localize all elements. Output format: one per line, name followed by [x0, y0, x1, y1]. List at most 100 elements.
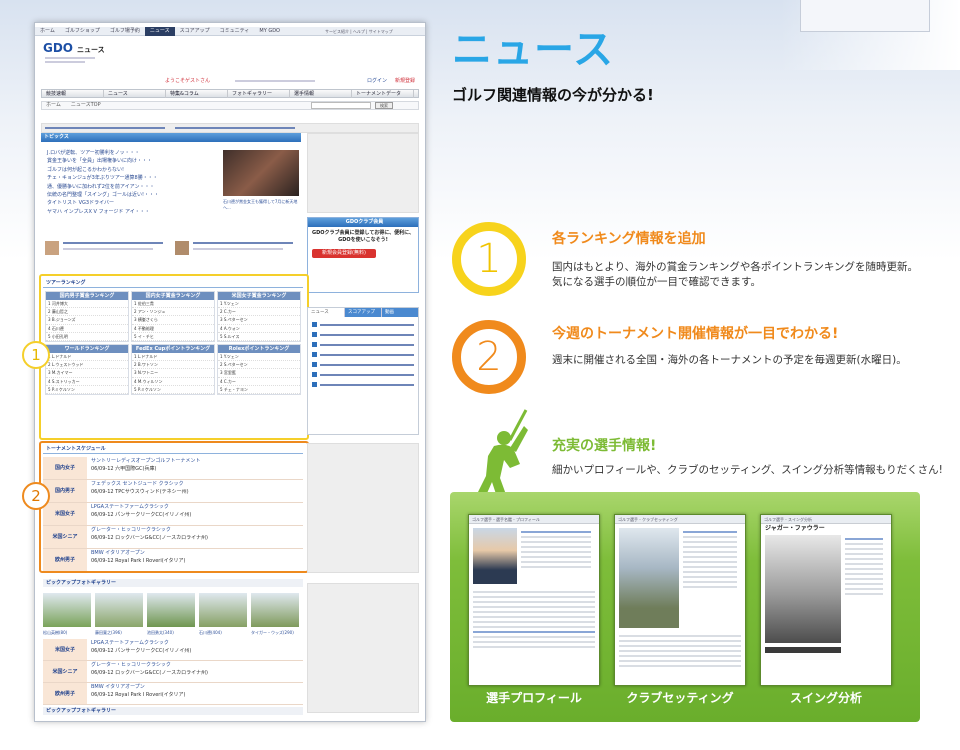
news-tab-item[interactable] — [312, 342, 414, 347]
site-search-input[interactable] — [311, 102, 371, 109]
schedule-event-date: 06/09-12 Royal Park I Roveri(イタリア) — [91, 692, 186, 698]
news-tabs: ニュース スコアアップ 動画 — [308, 308, 418, 317]
nav-item[interactable]: 競技速報 — [42, 90, 104, 98]
news-tab-item[interactable] — [312, 352, 414, 357]
video-controls[interactable] — [765, 647, 841, 653]
news-tab-item[interactable] — [312, 372, 414, 377]
swing-video[interactable] — [765, 535, 841, 643]
gallery-photo[interactable] — [199, 593, 247, 627]
tab-scoreup[interactable]: スコアアップ — [345, 308, 382, 317]
thumb-header: ゴルフ選手 - スイング分析 — [761, 515, 891, 524]
top-nav-item[interactable]: MY GDO — [254, 27, 285, 36]
bullet-icon — [312, 332, 317, 337]
schedule-category: 欧州男子 — [43, 683, 87, 704]
logo-tagline — [45, 57, 95, 59]
util-links[interactable]: サービス紹介 | ヘルプ | サイトマップ — [325, 28, 393, 35]
login-link[interactable]: ログイン — [367, 78, 387, 85]
thumb-profile[interactable]: ゴルフ選手・選手名鑑 - プロフィール — [468, 514, 600, 686]
tab-video[interactable]: 動画 — [382, 308, 418, 317]
badge-2: 2 — [22, 482, 50, 510]
photo-gallery — [43, 593, 303, 627]
gallery-name[interactable]: タイガー・ウッズ(290) — [251, 629, 299, 636]
news-link[interactable] — [63, 242, 163, 244]
welcome-note — [235, 80, 315, 82]
schedule-list-repeat: 米国女子 LPGAステートファームクラシック 06/09-12 パンサークリークCC… — [43, 639, 303, 705]
thumb-club-setting[interactable]: ゴルフ選手 - クラブセッティング — [614, 514, 746, 686]
news-tab-item[interactable] — [312, 382, 414, 387]
bullet-icon — [312, 362, 317, 367]
schedule-category: 米国女子 — [43, 639, 87, 660]
news-thumb[interactable] — [45, 241, 59, 255]
ad-link[interactable] — [45, 127, 165, 129]
news-summary — [193, 248, 283, 250]
member-register-button[interactable]: 新規会員登録(無料) — [312, 249, 376, 258]
topic-link[interactable]: 伝統の名門整理「スイング」ゴールは近い!・・・ — [43, 191, 223, 199]
news-tab-line — [320, 323, 414, 326]
news-tab-item[interactable] — [312, 332, 414, 337]
news-tab-item[interactable] — [312, 362, 414, 367]
top-nav-item[interactable]: ゴルフ場予約 — [105, 27, 145, 36]
topic-link[interactable]: チェ・キョンジュが3年ぶりツアー通算8勝・・・ — [43, 174, 223, 182]
nav-item[interactable]: フォトギャラリー — [228, 90, 290, 98]
top-nav-item[interactable]: コミュニティ — [215, 27, 255, 36]
topic-link[interactable]: J.ロバが逆転、ツアー初勝利をノッ・・・ — [43, 149, 223, 157]
gallery-name[interactable]: 松山英樹(80) — [43, 629, 91, 636]
register-link[interactable]: 新規登録 — [395, 78, 415, 85]
crumb-item[interactable]: ホーム — [42, 102, 61, 108]
top-nav-item[interactable]: ホーム — [35, 27, 60, 36]
topic-photo[interactable] — [223, 150, 299, 196]
thumb-swing-analysis[interactable]: ゴルフ選手 - スイング分析 ジャガー・ファウラー — [760, 514, 892, 686]
topic-link[interactable]: タイトリスト VG3ドライバー — [43, 199, 223, 207]
gallery-name[interactable]: 藤田寛之(396) — [95, 629, 143, 636]
feature-title-3: 充実の選手情報! — [552, 438, 657, 454]
right-ad-slot-2 — [307, 443, 419, 573]
schedule-event-link[interactable]: グレーター・ヒッコリークラシック — [91, 662, 171, 668]
member-box: GDOクラブ会員 GDOクラブ会員に登録してお得に、便利に、GDOを使いこなそう… — [307, 217, 419, 293]
site-logo[interactable]: GDO ニュース — [43, 41, 105, 57]
nav-item[interactable]: 特集&コラム — [166, 90, 228, 98]
feature-number-1: 1 — [452, 222, 526, 296]
schedule-event: グレーター・ヒッコリークラシック 06/09-12 ロックバーンG&CC(ノースカ… — [87, 661, 303, 682]
nav-item[interactable]: 選手情報 — [290, 90, 352, 98]
tab-news[interactable]: ニュース — [308, 308, 345, 317]
highlight-frame-2 — [39, 441, 309, 573]
gallery-name[interactable]: 池田勇太(340) — [147, 629, 195, 636]
topic-link[interactable]: ゴルフは何が起こるかわからない! — [43, 166, 223, 174]
news-link[interactable] — [193, 242, 293, 244]
club-photo — [619, 528, 679, 628]
member-text: GDOクラブ会員に登録してお得に、便利に、GDOを使いこなそう! — [312, 230, 414, 243]
logo-tagline — [45, 61, 85, 63]
gallery-name[interactable]: 石川遼(404) — [199, 629, 247, 636]
top-nav-item-active[interactable]: ニュース — [144, 27, 175, 36]
topic-link[interactable]: 通、優勝争いに加われず2位を前アイアン・・・ — [43, 183, 223, 191]
nav-item[interactable]: トーナメントデータ — [352, 90, 414, 98]
gallery-photo[interactable] — [147, 593, 195, 627]
site-search-button[interactable]: 検索 — [375, 102, 393, 109]
gallery-photo[interactable] — [251, 593, 299, 627]
schedule-event-link[interactable]: LPGAステートファームクラシック — [91, 640, 169, 646]
welcome-text: ようこそゲストさん — [165, 78, 211, 84]
schedule-event-link[interactable]: BMW イタリアオープン — [91, 684, 145, 690]
decorative-window-frame — [800, 0, 930, 32]
news-tab-item[interactable] — [312, 322, 414, 327]
bullet-icon — [312, 382, 317, 387]
bullet-icon — [312, 342, 317, 347]
topic-link[interactable]: 賞金王争いを「全員」出場権争いに向け・・・ — [43, 157, 223, 165]
gallery-photo[interactable] — [43, 593, 91, 627]
topic-link[interactable]: ヤマハ インプレスX V フォージド アイ・・・ — [43, 208, 223, 216]
top-nav-item[interactable]: スコアアップ — [175, 27, 215, 36]
news-tab-line — [320, 363, 414, 366]
thumb-header: ゴルフ選手・選手名鑑 - プロフィール — [469, 515, 599, 524]
photo-caption[interactable]: 石川遼が賞金女王も獲得して7月に新天地へ... — [223, 199, 299, 211]
schedule-event: BMW イタリアオープン 06/09-12 Royal Park I Roveri… — [87, 683, 303, 704]
logo-section: ニュース — [77, 46, 105, 54]
top-nav-item[interactable]: ゴルフショップ — [60, 27, 105, 36]
ad-link[interactable] — [175, 127, 295, 129]
page-title: ニュース — [452, 27, 614, 73]
news-tab-box: ニュース スコアアップ 動画 — [307, 307, 419, 435]
news-tab-list — [308, 322, 418, 387]
gallery-photo[interactable] — [95, 593, 143, 627]
news-thumb[interactable] — [175, 241, 189, 255]
bullet-icon — [312, 372, 317, 377]
nav-item[interactable]: ニュース — [104, 90, 166, 98]
